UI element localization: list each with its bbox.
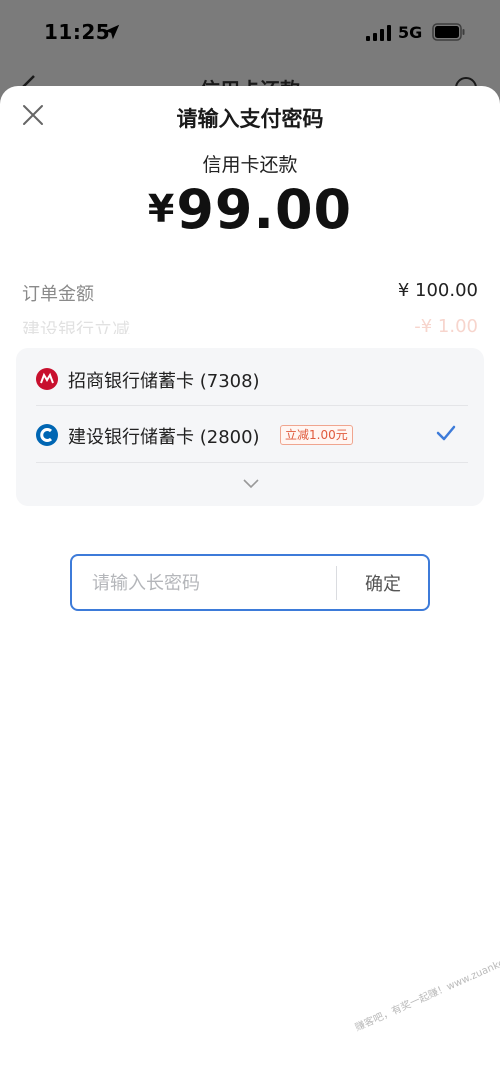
cmb-bank-icon bbox=[36, 368, 58, 390]
card-option-cmb[interactable]: 招商银行储蓄卡 (7308) bbox=[16, 350, 484, 406]
battery-icon bbox=[432, 23, 465, 41]
payment-amount: ¥99.00 bbox=[0, 178, 500, 241]
payment-purpose: 信用卡还款 bbox=[202, 154, 298, 176]
location-arrow-icon bbox=[104, 24, 120, 40]
card-label-ccb: 建设银行储蓄卡 (2800) bbox=[68, 427, 260, 448]
confirm-button[interactable]: 确定 bbox=[338, 556, 428, 609]
card-divider bbox=[36, 462, 468, 463]
amount-value: 99.00 bbox=[176, 178, 353, 241]
card-label-cmb: 招商银行储蓄卡 (7308) bbox=[68, 371, 260, 392]
password-input[interactable] bbox=[92, 568, 332, 598]
order-amount-row: 订单金额 ¥ 100.00 bbox=[22, 280, 478, 306]
cellular-signal-icon bbox=[366, 25, 391, 41]
sheet-title: 请输入支付密码 bbox=[176, 107, 324, 131]
discount-row: 建设银行立减 -¥ 1.00 bbox=[22, 316, 478, 334]
order-amount-label: 订单金额 bbox=[22, 284, 94, 305]
order-amount-value: ¥ 100.00 bbox=[397, 280, 478, 301]
discount-label: 建设银行立减 bbox=[22, 320, 130, 334]
status-time: 11:25 bbox=[44, 20, 111, 44]
ccb-bank-icon bbox=[36, 424, 58, 446]
checkmark-icon bbox=[436, 425, 456, 441]
currency-symbol: ¥ bbox=[147, 187, 175, 231]
network-type-label: 5G bbox=[398, 23, 423, 42]
card-option-ccb[interactable]: 建设银行储蓄卡 (2800) bbox=[16, 406, 484, 462]
promo-badge: 立减1.00元 bbox=[280, 425, 353, 445]
status-bar: 11:25 5G bbox=[0, 0, 500, 64]
input-separator bbox=[336, 566, 337, 600]
password-box: 确定 bbox=[70, 554, 430, 611]
discount-value: -¥ 1.00 bbox=[414, 316, 478, 334]
chevron-down-icon[interactable] bbox=[242, 477, 260, 489]
